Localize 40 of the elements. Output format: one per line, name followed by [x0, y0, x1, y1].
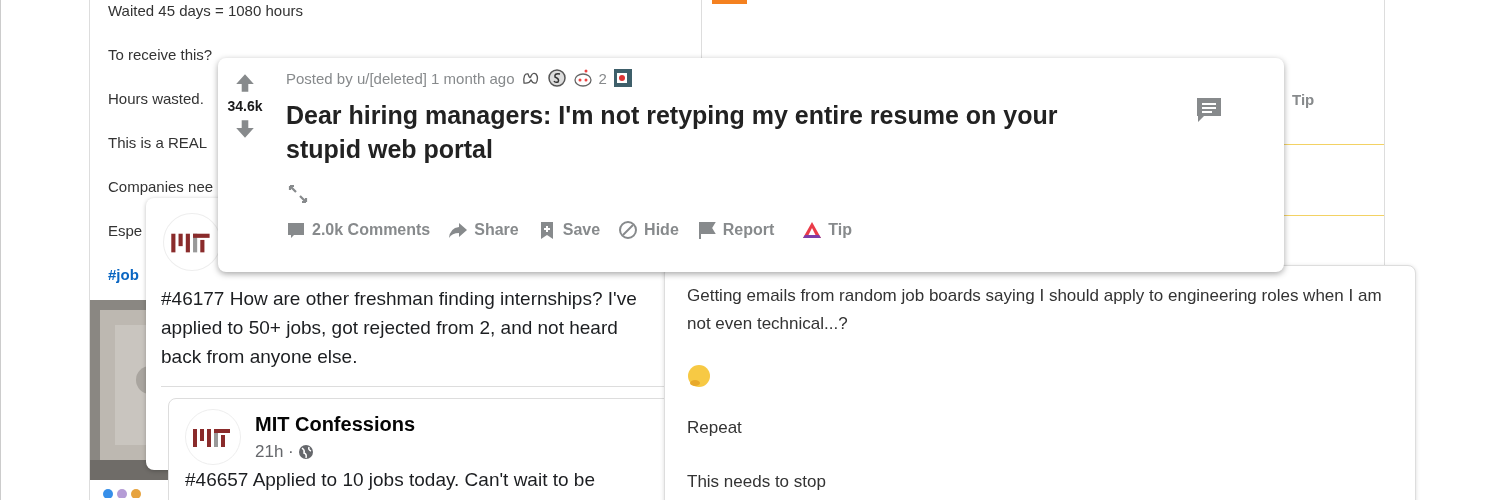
flag-icon	[696, 220, 717, 240]
award-icon	[612, 68, 633, 88]
share-button[interactable]: Share	[442, 216, 525, 244]
post-text: This needs to stop	[687, 471, 827, 493]
hashtag-link[interactable]: #job	[108, 266, 139, 284]
post-title[interactable]: Dear hiring managers: I'm not retyping my entire resume on your stupid web portal	[286, 98, 1076, 166]
post-text: #46657 Applied to 10 jobs today. Can't wait to be	[185, 469, 595, 491]
logo-icon	[185, 409, 241, 465]
post-meta: Posted by u/[deleted] 1 month ago	[286, 69, 515, 87]
award-count: 2	[598, 69, 607, 87]
expand-icon[interactable]	[288, 184, 308, 204]
upvote-icon[interactable]	[234, 72, 256, 94]
circle-slash-icon	[618, 220, 639, 240]
share-arrow-icon	[448, 220, 469, 240]
post-text: This is a REAL	[108, 134, 208, 152]
vote-score: 34.6k	[227, 98, 263, 114]
post-time: 21h ·	[255, 441, 294, 462]
triangle-icon	[802, 220, 823, 240]
post-text: Getting emails from random job boards saying I should apply to engineering roles when I am not even technical...?	[687, 285, 1383, 335]
hide-button[interactable]: Hide	[612, 216, 685, 244]
emoji-icon	[687, 364, 711, 388]
globe-icon	[297, 443, 314, 460]
downvote-icon[interactable]	[234, 118, 256, 140]
tip-link[interactable]: Tip	[1292, 91, 1315, 108]
comment-icon	[286, 220, 306, 240]
award-icon	[572, 68, 593, 88]
tip-button[interactable]: Tip	[786, 216, 859, 244]
post-text: To receive this?	[108, 46, 213, 64]
post-text: Espe	[108, 222, 143, 240]
save-button[interactable]: Save	[530, 216, 607, 244]
post-text: Repeat	[687, 417, 743, 439]
post-text: #46177 How are other freshman finding internships? I've applied to 50+ jobs, got rejected from 2, and not heard back from anyone else.	[161, 287, 638, 369]
post-text: Hours wasted.	[108, 90, 204, 108]
comment-icon[interactable]	[1194, 95, 1224, 125]
post-text: Companies nee	[108, 178, 214, 196]
author-name[interactable]: MIT Confessions	[255, 412, 415, 436]
report-button[interactable]: Report	[690, 216, 781, 244]
award-icon	[546, 68, 567, 88]
post-text: Waited 45 days = 1080 hours	[108, 2, 303, 20]
comments-button[interactable]: 2.0k Comments	[286, 216, 437, 244]
